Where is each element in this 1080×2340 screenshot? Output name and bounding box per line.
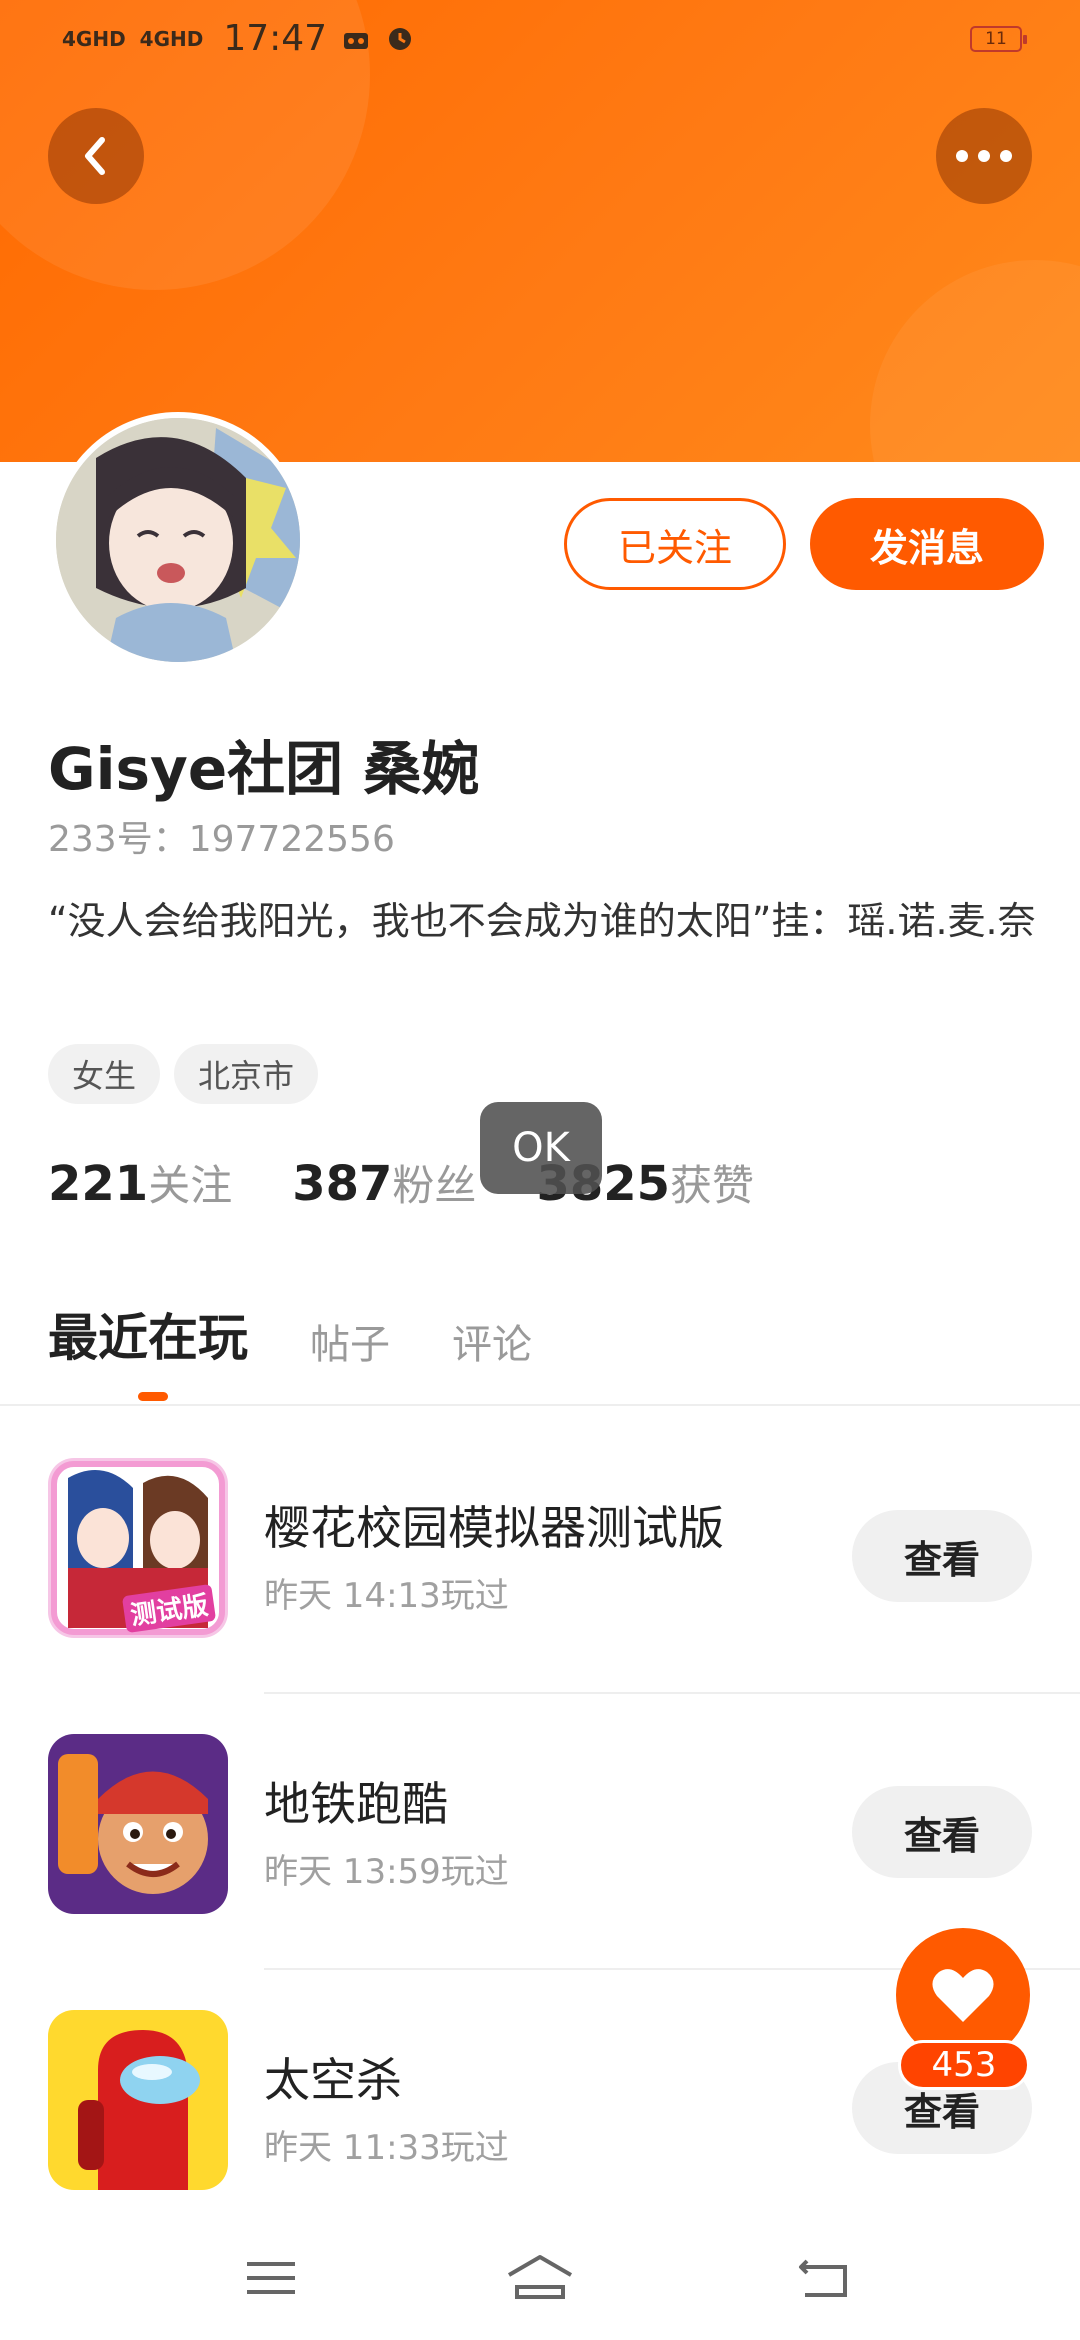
profile-tags: 女生 北京市 (48, 1044, 319, 1104)
like-count: 453 (898, 2040, 1030, 2090)
status-bar: 4GHD 4GHD 17:47 11 (0, 0, 1080, 80)
battery-level: 11 (985, 29, 1007, 49)
game-icon-among-us (48, 2010, 228, 2190)
more-dots-icon (956, 150, 1012, 162)
send-message-button[interactable]: 发消息 (810, 498, 1044, 590)
tabs-divider (0, 1404, 1080, 1406)
network-indicator-1: 4GHD (62, 26, 126, 51)
nav-menu-button[interactable] (236, 2248, 306, 2308)
more-button[interactable] (936, 108, 1032, 204)
system-nav-bar (0, 2222, 1080, 2340)
list-item[interactable]: 测试版 樱花校园模拟器测试版 昨天 14:13玩过 查看 (0, 1418, 1080, 1694)
home-icon (507, 2255, 573, 2299)
header-banner: 4GHD 4GHD 17:47 11 (0, 0, 1080, 462)
notification-icon (344, 32, 369, 49)
toast-message: OK (480, 1102, 602, 1194)
back-button[interactable] (48, 108, 144, 204)
status-time: 17:47 (223, 18, 328, 59)
view-button[interactable]: 查看 (852, 1510, 1032, 1602)
back-icon (799, 2259, 847, 2297)
tab-posts[interactable]: 帖子 (310, 1312, 390, 1370)
profile-bio: “没人会给我阳光，我也不会成为谁的太阳”挂：瑶.诺.麦.奈 (48, 899, 1036, 943)
stat-likes-label: 获赞 (670, 1161, 755, 1210)
tab-comments[interactable]: 评论 (452, 1312, 532, 1370)
tag-gender: 女生 (48, 1044, 161, 1104)
game-icon-sakura: 测试版 (48, 1458, 228, 1638)
list-item[interactable]: 地铁跑酷 昨天 13:59玩过 查看 (0, 1694, 1080, 1970)
nav-home-button[interactable] (505, 2248, 575, 2308)
battery-indicator: 11 (970, 26, 1027, 52)
profile-page: 4GHD 4GHD 17:47 11 已关注 发消息 Gisye社团 桑婉 23… (0, 0, 1080, 2340)
stat-followers[interactable]: 387 粉丝 (292, 1152, 476, 1213)
app-status-icon (389, 27, 412, 50)
stat-followers-count: 387 (292, 1156, 393, 1212)
avatar[interactable] (50, 412, 306, 668)
game-last-played: 昨天 14:13玩过 (264, 1576, 509, 1616)
network-indicator-2: 4GHD (139, 26, 204, 51)
following-button[interactable]: 已关注 (564, 498, 786, 590)
tag-location: 北京市 (174, 1044, 319, 1104)
game-last-played: 昨天 13:59玩过 (264, 1852, 509, 1892)
view-button[interactable]: 查看 (852, 1786, 1032, 1878)
tab-recently-played[interactable]: 最近在玩 (48, 1298, 248, 1370)
game-title: 地铁跑酷 (264, 1777, 448, 1831)
profile-name: Gisye社团 桑婉 (48, 735, 480, 803)
stat-following-label: 关注 (148, 1161, 233, 1210)
menu-icon (247, 2262, 295, 2294)
game-last-played: 昨天 11:33玩过 (264, 2128, 509, 2168)
profile-tabs: 最近在玩 帖子 评论 (48, 1298, 532, 1370)
active-tab-indicator (138, 1392, 168, 1401)
game-title: 樱花校园模拟器测试版 (264, 1501, 724, 1555)
nav-back-button[interactable] (788, 2248, 858, 2308)
stat-following[interactable]: 221 关注 (48, 1152, 232, 1213)
heart-icon (932, 1969, 994, 2022)
game-icon-subway-surfers (48, 1734, 228, 1914)
chevron-left-icon (85, 137, 105, 175)
profile-id: 233号：197722556 (48, 819, 395, 860)
game-title: 太空杀 (264, 2053, 402, 2107)
stat-followers-label: 粉丝 (392, 1161, 477, 1210)
avatar-image (56, 418, 300, 662)
stat-following-count: 221 (48, 1156, 149, 1212)
profile-stats: 221 关注 387 粉丝 3825 获赞 (48, 1152, 814, 1213)
